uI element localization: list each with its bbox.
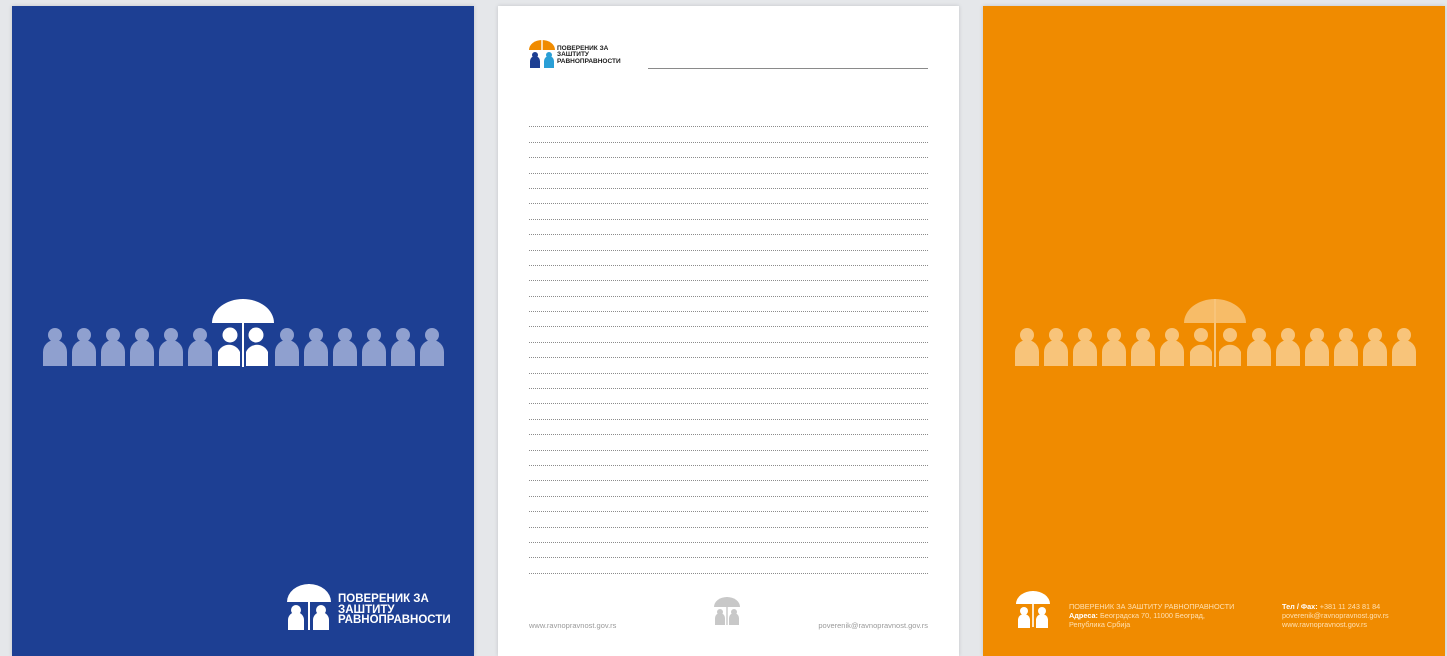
ruled-line bbox=[529, 528, 928, 543]
ruled-line bbox=[529, 235, 928, 251]
ruled-line bbox=[529, 189, 928, 205]
ruled-line bbox=[529, 220, 928, 236]
ruled-line bbox=[529, 112, 928, 128]
umbrella-two-people-icon bbox=[529, 40, 555, 68]
ruled-line bbox=[529, 158, 928, 174]
logo-line-3: РАВНОПРАВНОСТИ bbox=[338, 614, 451, 626]
blue-logo: ПОВЕРЕНИК ЗА ЗАШТИТУ РАВНОПРАВНОСТИ bbox=[285, 580, 465, 634]
org-name: ПОВЕРЕНИК ЗА ЗАШТИТУ РАВНОПРАВНОСТИ bbox=[1069, 602, 1235, 611]
ruled-line bbox=[529, 543, 928, 559]
ruled-line bbox=[529, 281, 928, 297]
ruled-line bbox=[529, 143, 928, 159]
ruled-line bbox=[529, 481, 928, 497]
ruled-line bbox=[529, 343, 928, 359]
ruled-line bbox=[529, 327, 928, 343]
orange-back-page: ПОВЕРЕНИК ЗА ЗАШТИТУ РАВНОПРАВНОСТИ Адре… bbox=[983, 6, 1445, 656]
people-row-pattern bbox=[1015, 299, 1416, 367]
ruled-line bbox=[529, 297, 928, 313]
ruled-line bbox=[529, 389, 928, 405]
ruled-line bbox=[529, 435, 928, 451]
people-row-pattern bbox=[43, 299, 444, 367]
umbrella-two-people-icon bbox=[287, 584, 331, 630]
phone-value: +381 11 243 81 84 bbox=[1319, 602, 1381, 611]
address-value: Београдска 70, 11000 Београд, bbox=[1100, 611, 1205, 620]
ruled-line bbox=[529, 404, 928, 420]
ruled-line bbox=[529, 497, 928, 513]
ruled-line bbox=[529, 174, 928, 189]
ruled-line bbox=[529, 420, 928, 436]
ruled-line bbox=[529, 266, 928, 282]
ruled-writing-lines bbox=[529, 112, 928, 574]
ruled-line bbox=[529, 512, 928, 528]
header-rule bbox=[648, 68, 928, 69]
address-label: Адреса: bbox=[1069, 611, 1098, 620]
ruled-line bbox=[529, 558, 928, 574]
phone-label: Тел / Фах: bbox=[1282, 602, 1318, 611]
umbrella-two-people-icon bbox=[1016, 591, 1050, 628]
logo-line-1: ПОВЕРЕНИК ЗА bbox=[338, 593, 429, 605]
organization-address: ПОВЕРЕНИК ЗА ЗАШТИТУ РАВНОПРАВНОСТИ Адре… bbox=[1069, 602, 1234, 629]
footer-website: www.ravnopravnost.gov.rs bbox=[529, 621, 617, 630]
country: Република Србија bbox=[1069, 620, 1131, 629]
blue-cover-page: ПОВЕРЕНИК ЗА ЗАШТИТУ РАВНОПРАВНОСТИ bbox=[12, 6, 474, 656]
ruled-line bbox=[529, 451, 928, 466]
white-letterhead-page: ПОВЕРЕНИК ЗА ЗАШТИТУ РАВНОПРАВНОСТИ www.… bbox=[498, 6, 959, 656]
letterhead-logo: ПОВЕРЕНИК ЗА ЗАШТИТУ РАВНОПРАВНОСТИ bbox=[528, 38, 638, 72]
ruled-line bbox=[529, 374, 928, 390]
ruled-line bbox=[529, 466, 928, 482]
ruled-line bbox=[529, 312, 928, 328]
ruled-line bbox=[529, 251, 928, 266]
footer-email: poverenik@ravnopravnost.gov.rs bbox=[818, 621, 928, 630]
logo-line-3: РАВНОПРАВНОСТИ bbox=[557, 57, 621, 65]
organization-contact: Тел / Фах: +381 11 243 81 84 poverenik@r… bbox=[1282, 602, 1389, 629]
ruled-line bbox=[529, 204, 928, 220]
ruled-line bbox=[529, 127, 928, 143]
contact-website: www.ravnopravnost.gov.rs bbox=[1282, 620, 1368, 629]
contact-email: poverenik@ravnopravnost.gov.rs bbox=[1282, 611, 1389, 620]
ruled-line bbox=[529, 358, 928, 374]
umbrella-two-people-icon bbox=[714, 597, 740, 625]
